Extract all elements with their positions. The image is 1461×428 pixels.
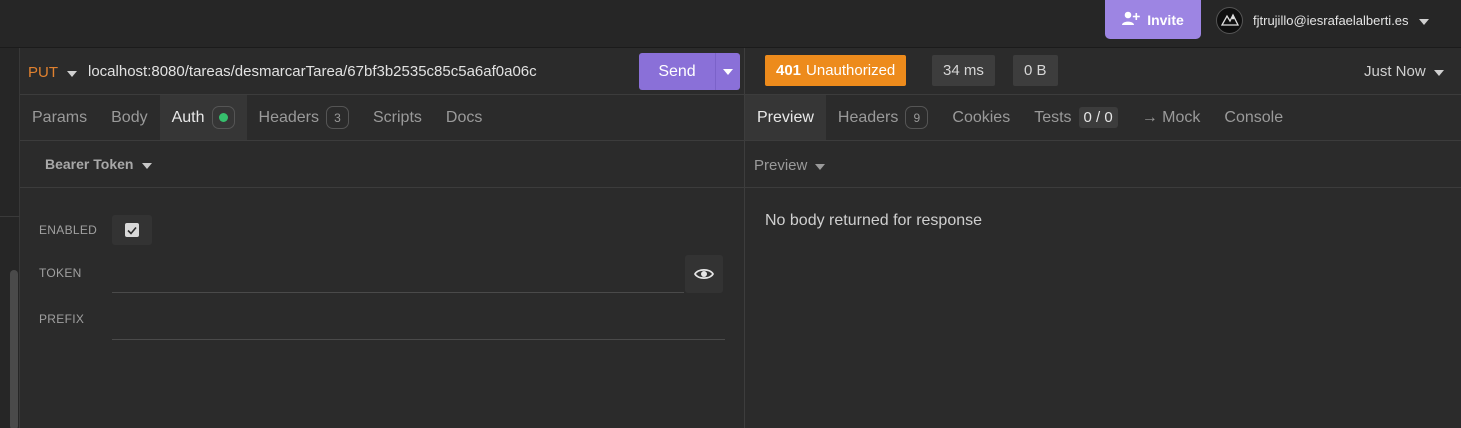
user-menu[interactable]: fjtrujillo@iesrafaelalberti.es <box>1216 6 1429 34</box>
tab-mock[interactable]: → Mock <box>1130 95 1213 140</box>
check-icon <box>125 223 139 237</box>
tab-label: Preview <box>757 108 814 126</box>
invite-button[interactable]: Invite <box>1105 0 1201 39</box>
sidebar-strip <box>0 48 20 428</box>
auth-type-bar: Bearer Token <box>20 141 745 188</box>
tests-result-badge: 0 / 0 <box>1078 107 1118 128</box>
tab-label: Headers <box>258 108 319 126</box>
tab-label: Tests <box>1034 108 1072 126</box>
response-pane: 401 Unauthorized 34 ms 0 B Just Now Prev… <box>745 48 1461 428</box>
tab-label: Auth <box>171 108 205 126</box>
status-badge: 401 Unauthorized <box>765 55 907 86</box>
tab-preview[interactable]: Preview <box>745 95 826 140</box>
request-tabs: Params Body Auth Headers 3 Scripts Docs <box>20 95 745 141</box>
chevron-down-icon <box>1433 63 1444 80</box>
chevron-down-icon <box>67 64 77 81</box>
token-input[interactable] <box>112 265 684 293</box>
prefix-input[interactable] <box>112 312 725 340</box>
token-label: TOKEN <box>39 266 82 280</box>
add-user-icon <box>1122 11 1141 29</box>
auth-type-selector[interactable]: Bearer Token <box>45 156 153 172</box>
auth-enabled-badge <box>211 106 235 129</box>
history-label: Just Now <box>1364 63 1426 80</box>
tab-label: → Mock <box>1141 108 1201 126</box>
status-text: Unauthorized <box>806 62 896 79</box>
tab-cookies[interactable]: Cookies <box>940 95 1022 140</box>
avatar <box>1216 6 1243 34</box>
tab-headers[interactable]: Headers 3 <box>247 95 361 140</box>
tab-label: Scripts <box>373 108 422 126</box>
chevron-down-icon <box>723 68 733 75</box>
chevron-down-icon <box>142 156 153 172</box>
response-status-bar: 401 Unauthorized 34 ms 0 B Just Now <box>745 48 1461 95</box>
chevron-down-icon <box>1418 13 1429 28</box>
user-email: fjtrujillo@iesrafaelalberti.es <box>1253 12 1409 28</box>
response-tabs: Preview Headers 9 Cookies Tests 0 / 0 → … <box>745 95 1461 141</box>
headers-count-badge: 3 <box>326 106 349 129</box>
tab-label: Params <box>32 108 88 126</box>
tab-label: Console <box>1224 108 1284 126</box>
chevron-down-icon <box>815 157 826 174</box>
history-selector[interactable]: Just Now <box>1364 63 1444 80</box>
enabled-checkbox[interactable] <box>112 215 152 245</box>
sidebar-divider <box>0 216 20 217</box>
prefix-label: PREFIX <box>39 312 85 326</box>
tab-scripts[interactable]: Scripts <box>361 95 434 140</box>
tab-label: Headers <box>837 108 899 126</box>
response-time: 34 ms <box>932 55 995 86</box>
auth-type-label: Bearer Token <box>45 156 134 172</box>
show-token-button[interactable] <box>685 255 723 293</box>
invite-label: Invite <box>1147 11 1184 28</box>
enabled-label: ENABLED <box>39 223 98 237</box>
status-dot-icon <box>218 113 228 122</box>
tab-tests[interactable]: Tests 0 / 0 <box>1022 95 1130 140</box>
tab-docs[interactable]: Docs <box>434 95 494 140</box>
tab-response-headers[interactable]: Headers 9 <box>826 95 940 140</box>
send-options-button[interactable] <box>715 53 740 90</box>
tab-console[interactable]: Console <box>1212 95 1295 140</box>
url-input[interactable]: localhost:8080/tareas/desmarcarTarea/67b… <box>88 63 537 80</box>
tab-auth[interactable]: Auth <box>159 95 247 140</box>
tab-label: Body <box>111 108 148 126</box>
request-pane: PUT localhost:8080/tareas/desmarcarTarea… <box>20 48 745 428</box>
top-bar: Invite fjtrujillo@iesrafaelalberti.es <box>0 0 1461 48</box>
preview-mode-label: Preview <box>754 157 808 174</box>
tab-label: Cookies <box>952 108 1011 126</box>
tab-params[interactable]: Params <box>20 95 99 140</box>
url-bar: PUT localhost:8080/tareas/desmarcarTarea… <box>20 48 745 95</box>
sidebar-scrollbar[interactable] <box>10 270 18 428</box>
method-label: PUT <box>28 64 58 81</box>
send-label: Send <box>658 62 696 80</box>
preview-mode-bar: Preview <box>745 141 1461 188</box>
tab-body[interactable]: Body <box>99 95 159 140</box>
method-selector[interactable]: PUT <box>28 64 77 81</box>
send-button[interactable]: Send <box>639 53 740 90</box>
empty-body-message: No body returned for response <box>765 212 983 229</box>
status-code: 401 <box>776 62 802 79</box>
response-size: 0 B <box>1013 55 1058 86</box>
preview-mode-selector[interactable]: Preview <box>754 157 826 174</box>
tab-label: Docs <box>445 108 483 126</box>
response-headers-count-badge: 9 <box>905 106 929 129</box>
eye-icon <box>694 268 714 280</box>
